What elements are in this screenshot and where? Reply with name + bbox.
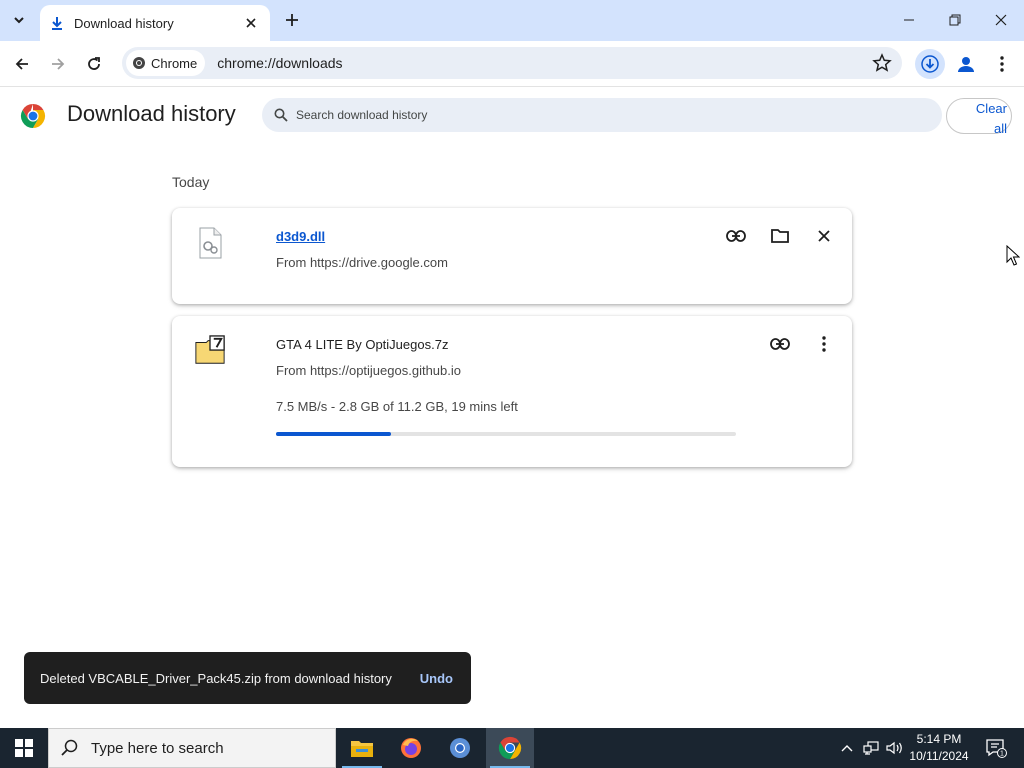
download-item-in-progress: GTA 4 LITE By OptiJuegos.7z From https:/… [172, 316, 852, 467]
undo-button[interactable]: Undo [420, 671, 453, 686]
search-input[interactable] [296, 108, 896, 122]
show-hidden-icons-button[interactable] [836, 728, 858, 768]
download-progress-bar [276, 432, 736, 436]
show-in-folder-button[interactable] [766, 222, 794, 250]
chromium-icon [450, 738, 470, 758]
taskbar-clock[interactable]: 5:14 PM 10/11/2024 [904, 731, 974, 765]
7z-archive-icon [195, 335, 225, 364]
action-center-button[interactable]: 1 [978, 728, 1014, 768]
chrome-logo-icon [20, 104, 46, 128]
url-text: chrome://downloads [217, 55, 343, 71]
profile-avatar-icon [958, 57, 974, 72]
download-status-text: 7.5 MB/s - 2.8 GB of 11.2 GB, 19 mins le… [276, 399, 518, 414]
start-button[interactable] [0, 728, 48, 768]
search-download-history[interactable] [262, 98, 942, 132]
bookmark-star-icon[interactable] [872, 53, 892, 73]
tab-search-button[interactable] [6, 7, 32, 33]
chevron-down-icon [14, 17, 24, 24]
more-actions-button[interactable] [810, 330, 838, 358]
download-item: d3d9.dll From https://drive.google.com [172, 208, 852, 304]
date-section-label: Today [172, 174, 210, 190]
download-progress-fill [276, 432, 391, 436]
minimize-icon [904, 19, 914, 21]
browser-menu-button[interactable] [987, 49, 1017, 79]
file-explorer-icon [351, 741, 373, 757]
tab-strip: Download history [0, 0, 1024, 41]
close-icon [995, 14, 1007, 26]
link-icon [770, 338, 790, 350]
tab-title: Download history [74, 15, 174, 31]
close-window-button[interactable] [978, 0, 1024, 40]
download-icon [52, 17, 62, 30]
close-icon [818, 230, 830, 242]
page-title: Download history [67, 101, 236, 126]
arrow-left-icon [15, 58, 28, 70]
link-icon [726, 230, 746, 242]
windows-taskbar: Type here to search 5:14 PM 10/11/2024 1 [0, 728, 1024, 768]
remove-from-list-button[interactable] [810, 222, 838, 250]
copy-link-button[interactable] [722, 222, 750, 250]
file-name-link[interactable]: d3d9.dll [276, 229, 325, 244]
search-icon [61, 739, 78, 756]
notification-count: 1 [1000, 751, 1004, 758]
clock-time: 5:14 PM [916, 732, 962, 746]
site-chip[interactable]: Chrome [126, 50, 206, 76]
toast-message: Deleted VBCABLE_Driver_Pack45.zip from d… [40, 670, 392, 686]
taskbar-chrome[interactable] [486, 728, 534, 768]
folder-icon [771, 229, 789, 243]
address-bar[interactable]: Chrome chrome://downloads [122, 47, 902, 79]
chevron-up-icon [841, 745, 853, 752]
clear-all-label-line2: all [993, 121, 1007, 136]
taskbar-chromium[interactable] [436, 728, 484, 768]
mouse-cursor-icon [1006, 245, 1020, 266]
network-icon [863, 741, 879, 755]
arrow-right-icon [52, 58, 65, 70]
chrome-logo-icon [133, 57, 145, 69]
site-chip-label: Chrome [151, 55, 198, 71]
windows-logo-icon [15, 739, 33, 757]
copy-link-button[interactable] [766, 330, 794, 358]
back-button[interactable] [7, 49, 37, 79]
speaker-icon [886, 741, 902, 755]
chrome-icon [498, 736, 522, 760]
taskbar-search-box[interactable]: Type here to search [48, 728, 336, 768]
restore-button[interactable] [932, 0, 978, 40]
clear-all-button[interactable]: Clear all [946, 98, 1012, 136]
file-source-url: From https://optijuegos.github.io [276, 363, 461, 378]
network-button[interactable] [860, 728, 882, 768]
taskbar-firefox[interactable] [387, 728, 435, 768]
file-source-url: From https://drive.google.com [276, 255, 448, 270]
firefox-icon [401, 738, 421, 758]
clock-date: 10/11/2024 [909, 749, 969, 763]
restore-icon [949, 14, 961, 26]
profile-button[interactable] [951, 49, 981, 79]
volume-button[interactable] [884, 728, 906, 768]
more-vert-icon [822, 336, 826, 352]
download-circle-icon [921, 55, 939, 73]
browser-toolbar: Chrome chrome://downloads [0, 41, 1024, 87]
tab-download-history[interactable]: Download history [40, 5, 270, 41]
search-icon [274, 108, 288, 122]
notification-icon: 1 [986, 739, 1007, 758]
close-icon [246, 18, 256, 28]
plus-icon [286, 14, 298, 26]
tab-close-button[interactable] [242, 14, 260, 32]
reload-icon [88, 57, 100, 70]
clear-all-label-line1: Clear [975, 101, 1007, 116]
new-tab-button[interactable] [280, 8, 304, 32]
downloads-toolbar-button[interactable] [915, 49, 945, 79]
taskbar-file-explorer[interactable] [338, 728, 386, 768]
forward-button[interactable] [43, 49, 73, 79]
taskbar-search-placeholder: Type here to search [91, 739, 224, 757]
minimize-button[interactable] [886, 0, 932, 40]
more-vert-icon [1000, 56, 1004, 72]
undo-toast: Deleted VBCABLE_Driver_Pack45.zip from d… [24, 652, 471, 704]
dll-file-icon [199, 227, 222, 259]
file-name: GTA 4 LITE By OptiJuegos.7z [276, 337, 449, 352]
reload-button[interactable] [79, 49, 109, 79]
